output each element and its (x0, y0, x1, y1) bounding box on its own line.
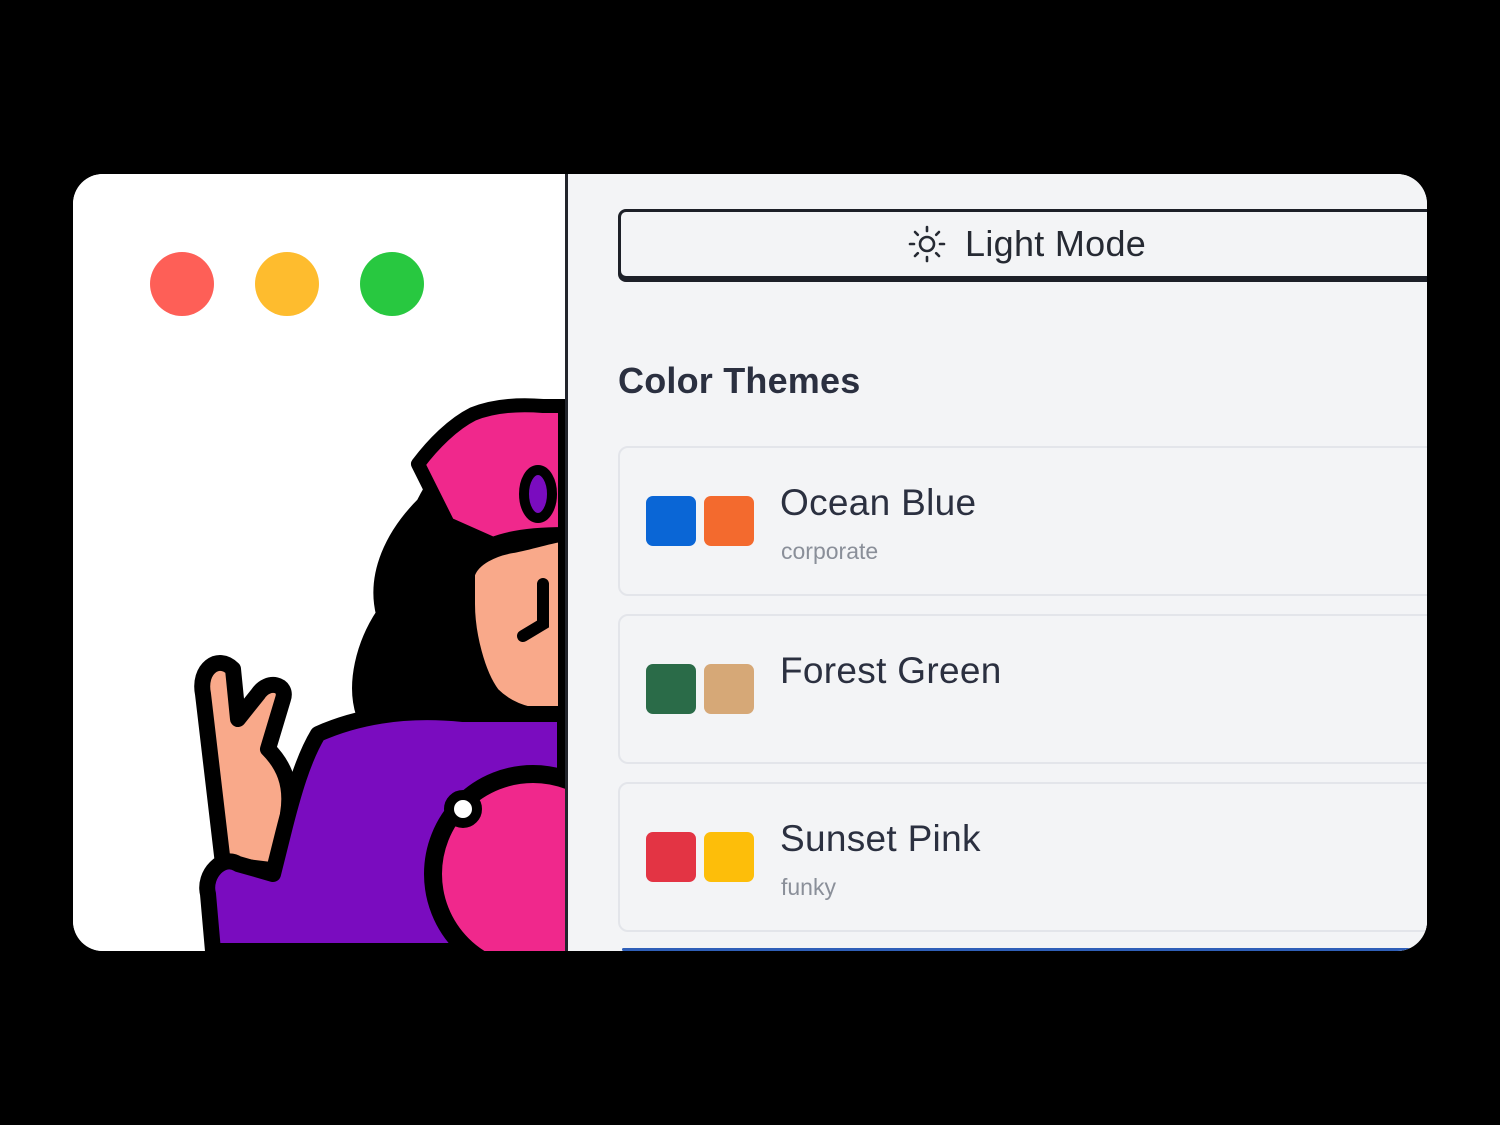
mascot-illustration (194, 398, 565, 951)
theme-swatch-secondary (704, 664, 754, 714)
mascot-face (461, 527, 565, 723)
light-mode-label: Light Mode (965, 223, 1147, 264)
mascot-hat-gem (519, 465, 557, 523)
theme-name: Ocean Blue (780, 482, 977, 523)
theme-tag: funky (781, 874, 836, 900)
theme-swatch-primary (646, 496, 696, 546)
theme-swatch-secondary (704, 496, 754, 546)
theme-name: Forest Green (780, 650, 1002, 691)
theme-sidebar: Light Mode Color Themes Ocean Blue corpo… (568, 174, 1427, 951)
theme-card-ocean-blue[interactable]: Ocean Blue corporate (618, 446, 1427, 596)
theme-swatch-primary (646, 664, 696, 714)
theme-swatch-primary (646, 832, 696, 882)
light-mode-button[interactable]: Light Mode (618, 209, 1427, 279)
theme-name: Sunset Pink (780, 818, 981, 859)
app-window: Light Mode Color Themes Ocean Blue corpo… (73, 174, 1427, 951)
sun-icon (908, 225, 946, 263)
theme-swatch-secondary (704, 832, 754, 882)
theme-tag: corporate (781, 538, 879, 564)
theme-card-partial[interactable] (622, 948, 1427, 951)
theme-card-sunset-pink[interactable]: Sunset Pink funky (618, 782, 1427, 932)
theme-card-forest-green[interactable]: Forest Green (618, 614, 1427, 764)
mascot-ball-shine (444, 790, 482, 828)
section-title: Color Themes (618, 360, 861, 401)
preview-pane (73, 174, 565, 951)
